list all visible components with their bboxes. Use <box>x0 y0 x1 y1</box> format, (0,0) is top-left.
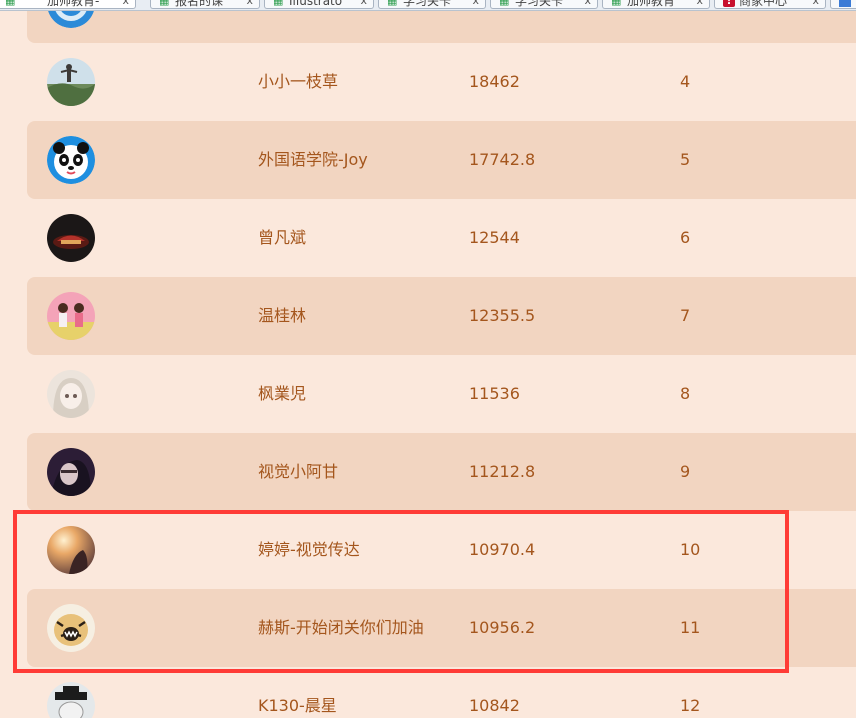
anime-girl-avatar-icon[interactable] <box>47 370 95 418</box>
ranking-row: 枫業児 11536 8 <box>27 355 856 433</box>
ranking-row: K130-晨星 10842 12 <box>27 667 856 718</box>
browser-tab[interactable]: ▦ 加帅教育- x <box>0 0 136 9</box>
browser-tab-label: 报名的课 <box>175 0 224 8</box>
user-score: 11536 <box>469 384 520 403</box>
ranking-row: 婷婷-视觉传达 10970.4 10 <box>27 511 856 589</box>
browser-tab-label: 加帅教育- <box>47 0 100 8</box>
user-name[interactable]: 外国语学院-Joy <box>258 149 368 171</box>
user-rank: 6 <box>680 228 691 247</box>
browser-tab[interactable]: ▦ 学习关卡 x <box>378 0 486 9</box>
user-rank: 4 <box>680 72 691 91</box>
red-favicon-icon: ! <box>723 0 735 7</box>
user-rank: 8 <box>680 384 691 403</box>
browser-tab[interactable]: ▦ 加帅教育 x <box>602 0 710 9</box>
sunset-avatar-icon[interactable] <box>47 526 95 574</box>
close-icon[interactable]: x <box>122 0 129 8</box>
browser-tab[interactable]: ▦ 报名的课 x <box>150 0 260 9</box>
user-score: 18462 <box>469 72 520 91</box>
user-name[interactable]: K130-晨星 <box>258 695 337 717</box>
browser-tab-label: 加帅教育 <box>627 0 676 8</box>
grid-favicon-icon: ▦ <box>499 0 510 7</box>
grid-favicon-icon: ▦ <box>159 0 170 7</box>
user-score: 12544 <box>469 228 520 247</box>
close-icon[interactable]: x <box>360 0 367 8</box>
close-icon[interactable]: x <box>696 0 703 8</box>
ranking-row: 视觉小阿甘 11212.8 9 <box>27 433 856 511</box>
dark-car-avatar-icon[interactable] <box>47 214 95 262</box>
close-icon[interactable]: x <box>584 0 591 8</box>
user-rank: 9 <box>680 462 691 481</box>
browser-tab[interactable]: ! 商家中心 x <box>714 0 826 9</box>
user-name[interactable]: 曾凡斌 <box>258 227 306 249</box>
user-rank: 7 <box>680 306 691 325</box>
ranking-row: 曾凡斌 12544 6 <box>27 199 856 277</box>
user-score: 10956.2 <box>469 618 536 637</box>
close-icon[interactable]: x <box>472 0 479 8</box>
user-name[interactable]: 枫業児 <box>258 383 306 405</box>
browser-tab[interactable]: ▦ 学习关卡 x <box>490 0 598 9</box>
cartoon-avatar-icon[interactable] <box>47 682 95 718</box>
user-score: 12355.5 <box>469 306 536 325</box>
user-rank: 11 <box>680 618 701 637</box>
tiger-avatar-icon[interactable] <box>47 604 95 652</box>
user-score: 17742.8 <box>469 150 536 169</box>
user-name[interactable]: 赫斯-开始闭关你们加油 <box>258 617 424 639</box>
user-name[interactable]: 视觉小阿甘 <box>258 461 338 483</box>
ranking-row: 外国语学院-Joy 17742.8 5 <box>27 121 856 199</box>
user-score: 10970.4 <box>469 540 536 559</box>
user-name[interactable]: 婷婷-视觉传达 <box>258 539 360 561</box>
close-icon[interactable]: x <box>246 0 253 8</box>
grid-favicon-icon: ▦ <box>5 0 16 7</box>
user-name[interactable]: 温桂林 <box>258 305 306 327</box>
ranking-page: ▦ 加帅教育- x ▦ 报名的课 x ▦ Illustrato x ▦ 学习关卡… <box>0 0 856 718</box>
browser-tab-strip: ▦ 加帅教育- x ▦ 报名的课 x ▦ Illustrato x ▦ 学习关卡… <box>0 0 856 11</box>
browser-tab[interactable] <box>830 0 856 9</box>
browser-tab-label: 商家中心 <box>739 0 788 8</box>
app-favicon-icon <box>839 0 851 7</box>
user-score: 11212.8 <box>469 462 536 481</box>
grid-favicon-icon: ▦ <box>611 0 622 7</box>
close-icon[interactable]: x <box>812 0 819 8</box>
browser-tab-label: 学习关卡 <box>403 0 452 8</box>
ranking-row: 赫斯-开始闭关你们加油 10956.2 11 <box>27 589 856 667</box>
user-score: 10842 <box>469 696 520 715</box>
grid-favicon-icon: ▦ <box>273 0 284 7</box>
landscape-avatar-icon[interactable] <box>47 58 95 106</box>
browser-tab-label: 学习关卡 <box>515 0 564 8</box>
user-rank: 10 <box>680 540 701 559</box>
browser-tab[interactable]: ▦ Illustrato x <box>264 0 374 9</box>
girls-avatar-icon[interactable] <box>47 292 95 340</box>
portrait-avatar-icon[interactable] <box>47 448 95 496</box>
user-rank: 5 <box>680 150 691 169</box>
browser-tab-label: Illustrato <box>289 0 343 8</box>
grid-favicon-icon: ▦ <box>387 0 398 7</box>
ranking-row: 温桂林 12355.5 7 <box>27 277 856 355</box>
ranking-row: 小小一枝草 18462 4 <box>27 43 856 121</box>
user-name[interactable]: 小小一枝草 <box>258 71 338 93</box>
user-rank: 12 <box>680 696 701 715</box>
panda-avatar-icon[interactable] <box>47 136 95 184</box>
